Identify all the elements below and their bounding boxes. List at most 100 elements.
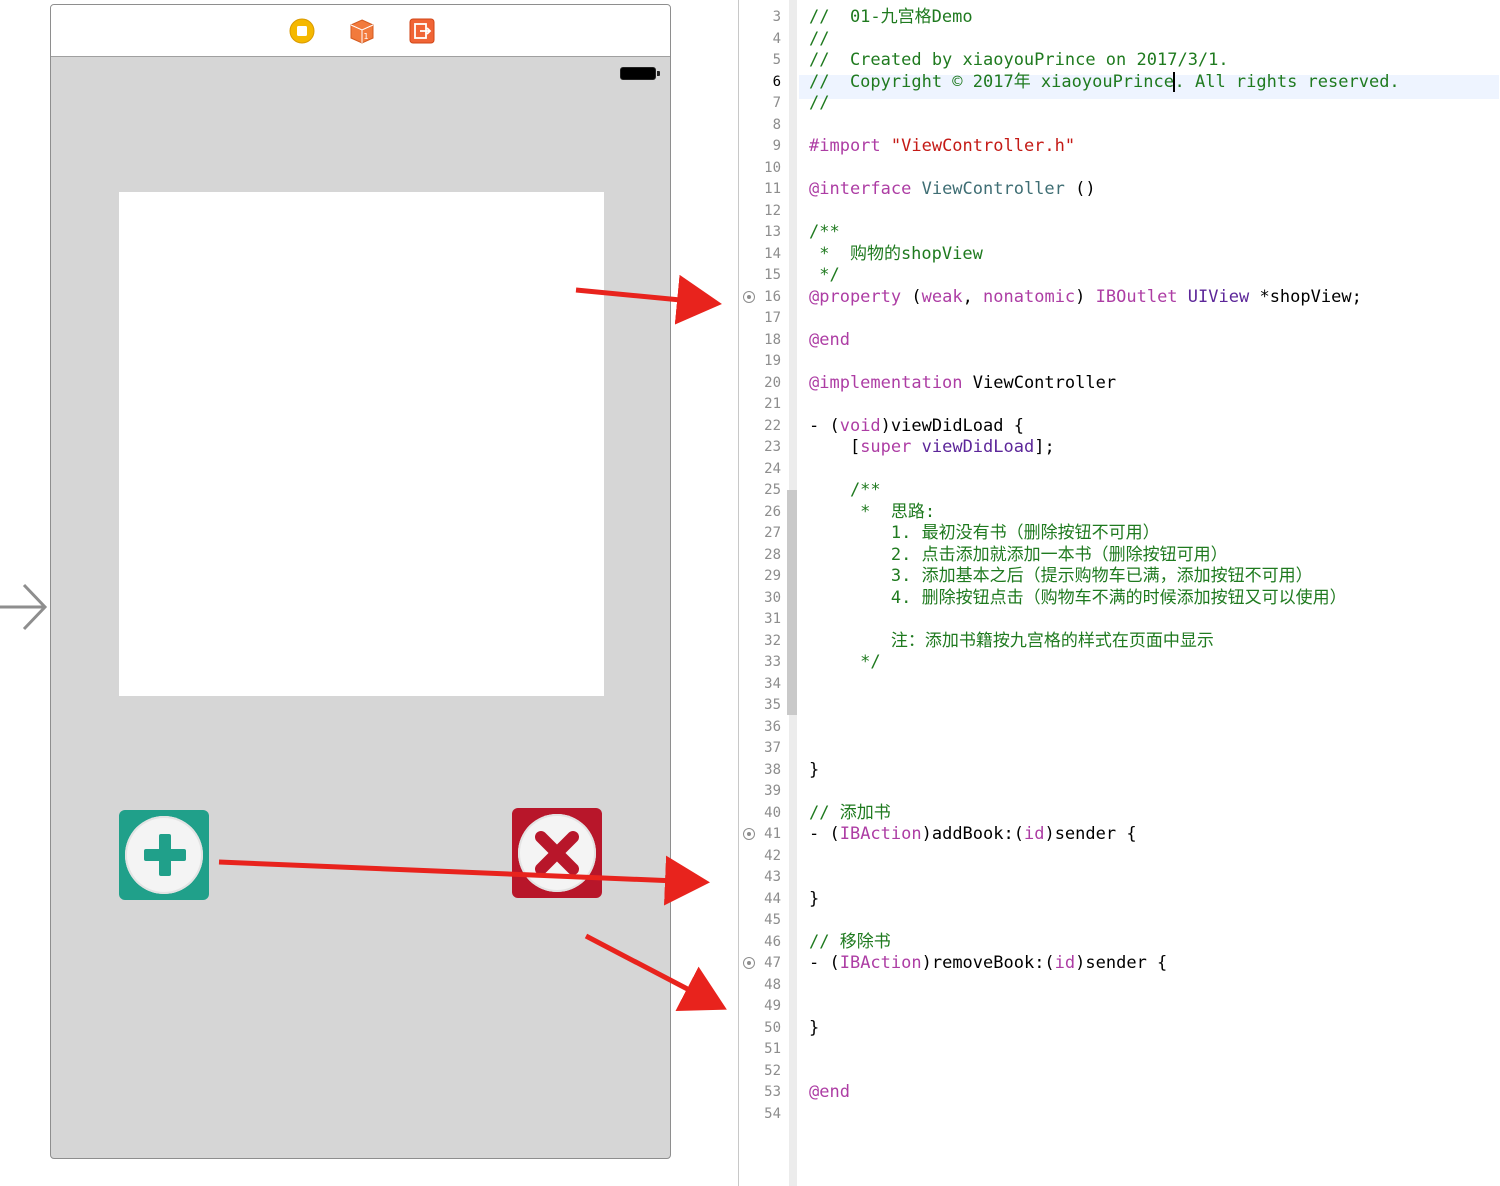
line-number: 13: [764, 224, 781, 240]
line-number: 8: [772, 116, 781, 133]
line-number: 19: [764, 353, 781, 369]
line-number: 7: [772, 95, 781, 111]
exit-icon[interactable]: [409, 18, 435, 44]
line-number: 23: [764, 439, 781, 455]
line-number: 52: [764, 1062, 781, 1079]
line-number: 36: [764, 718, 781, 735]
code-line: }: [809, 759, 820, 780]
code-line: - (void)viewDidLoad {: [809, 415, 1024, 436]
minimap-thumb[interactable]: [787, 490, 797, 715]
line-number: 14: [764, 245, 781, 262]
line-number: 30: [764, 589, 781, 606]
line-number: 33: [764, 654, 781, 670]
line-number: 49: [764, 998, 781, 1014]
code-line: @property (weak, nonatomic) IBOutlet UIV…: [809, 286, 1362, 307]
code-line: @end: [809, 329, 850, 350]
code-line: #import "ViewController.h": [809, 136, 1076, 156]
line-number: 31: [764, 611, 781, 627]
code-line: 3. 添加基本之后（提示购物车已满，添加按钮不可用）: [809, 566, 1313, 586]
line-number: 12: [764, 202, 781, 219]
line-number: 54: [764, 1105, 781, 1122]
code-line: }: [809, 888, 820, 909]
code-line: */: [809, 265, 840, 285]
add-book-button[interactable]: [119, 810, 209, 900]
line-number: 37: [764, 740, 781, 756]
line-number: 32: [764, 632, 781, 649]
code-line: 1. 最初没有书（删除按钮不可用）: [809, 523, 1160, 543]
shop-view[interactable]: [119, 192, 604, 696]
code-line: // 添加书: [809, 802, 891, 823]
code-line: 2. 点击添加就添加一本书（删除按钮可用）: [809, 544, 1228, 565]
code-line: * 购物的shopView: [809, 243, 983, 264]
line-number: 45: [764, 912, 781, 928]
connection-circle-icon[interactable]: [743, 290, 755, 303]
line-number: 15: [764, 267, 781, 283]
code-line: - (IBAction)addBook:(id)sender {: [809, 824, 1137, 844]
line-number: 27: [764, 525, 781, 541]
code-line: // 01-九宫格Demo: [809, 7, 973, 27]
line-number: 20: [764, 374, 781, 391]
code-line: * 思路:: [809, 501, 936, 522]
line-number: 4: [772, 30, 781, 47]
initial-view-controller-arrow-icon: [0, 583, 48, 631]
code-line: @interface ViewController (): [809, 179, 1096, 199]
plus-icon: [144, 834, 186, 876]
line-number-gutter: 3 4 5 6 7 8 9 10 11 12 13 14 15 16 17 18 19 20 21 22 23 24 25 2…: [739, 0, 799, 1186]
line-number: 22: [764, 417, 781, 434]
code-line: */: [809, 652, 881, 672]
line-number: 35: [764, 697, 781, 713]
line-number: 39: [764, 783, 781, 799]
line-number: 38: [764, 761, 781, 778]
line-number: 18: [764, 331, 781, 348]
code-line: - (IBAction)removeBook:(id)sender {: [809, 953, 1168, 973]
code-line: // 移除书: [809, 931, 891, 952]
view-controller-icon[interactable]: [289, 18, 315, 44]
line-number: 28: [764, 546, 781, 563]
interface-builder-canvas: 1: [0, 0, 738, 1186]
remove-book-button[interactable]: [512, 808, 602, 898]
line-number: 10: [764, 159, 781, 176]
view-controller-scene[interactable]: 1: [50, 4, 671, 1159]
code-editor[interactable]: 3 4 5 6 7 8 9 10 11 12 13 14 15 16 17 18 19 20 21 22 23 24 25 2…: [738, 0, 1500, 1186]
line-number: 5: [772, 52, 781, 68]
line-number: 21: [764, 396, 781, 412]
line-number: 40: [764, 804, 781, 821]
code-line: }: [809, 1017, 820, 1038]
code-line: // Copyright © 2017年 xiaoyouPrince. All …: [809, 71, 1400, 92]
line-number: 44: [764, 890, 781, 907]
svg-text:1: 1: [364, 32, 369, 41]
code-line: //: [809, 93, 830, 113]
line-number: 53: [764, 1084, 781, 1100]
connection-circle-icon[interactable]: [743, 828, 755, 840]
line-number: 29: [764, 568, 781, 584]
scene-dock: 1: [51, 5, 670, 57]
line-number: 42: [764, 847, 781, 864]
connection-circle-icon[interactable]: [743, 957, 755, 969]
code-line: /**: [809, 480, 881, 500]
battery-icon: [620, 67, 660, 80]
line-number: 43: [764, 869, 781, 885]
line-number: 17: [764, 310, 781, 326]
code-line: /**: [809, 222, 840, 242]
cross-icon: [535, 831, 579, 875]
code-line: 4. 删除按钮点击（购物车不满的时候添加按钮又可以使用）: [809, 587, 1347, 608]
line-number: 3: [772, 9, 781, 25]
code-line: @end: [809, 1082, 850, 1102]
line-number: 11: [764, 181, 781, 197]
code-line: //: [809, 28, 830, 49]
line-number: 50: [764, 1019, 781, 1036]
line-number: 26: [764, 503, 781, 520]
line-number: 9: [772, 138, 781, 154]
line-number: 34: [764, 675, 781, 692]
first-responder-icon[interactable]: 1: [349, 18, 375, 44]
line-number: 25: [764, 482, 781, 498]
line-number: 46: [764, 933, 781, 950]
line-number: 51: [764, 1041, 781, 1057]
line-number: 24: [764, 460, 781, 477]
code-line: // Created by xiaoyouPrince on 2017/3/1.: [809, 50, 1229, 70]
code-line: [super viewDidLoad];: [809, 437, 1055, 457]
line-number: 48: [764, 976, 781, 993]
code-line: 注：添加书籍按九宫格的样式在页面中显示: [809, 630, 1214, 651]
code-line: @implementation ViewController: [809, 372, 1117, 393]
line-number: 6: [772, 73, 781, 90]
